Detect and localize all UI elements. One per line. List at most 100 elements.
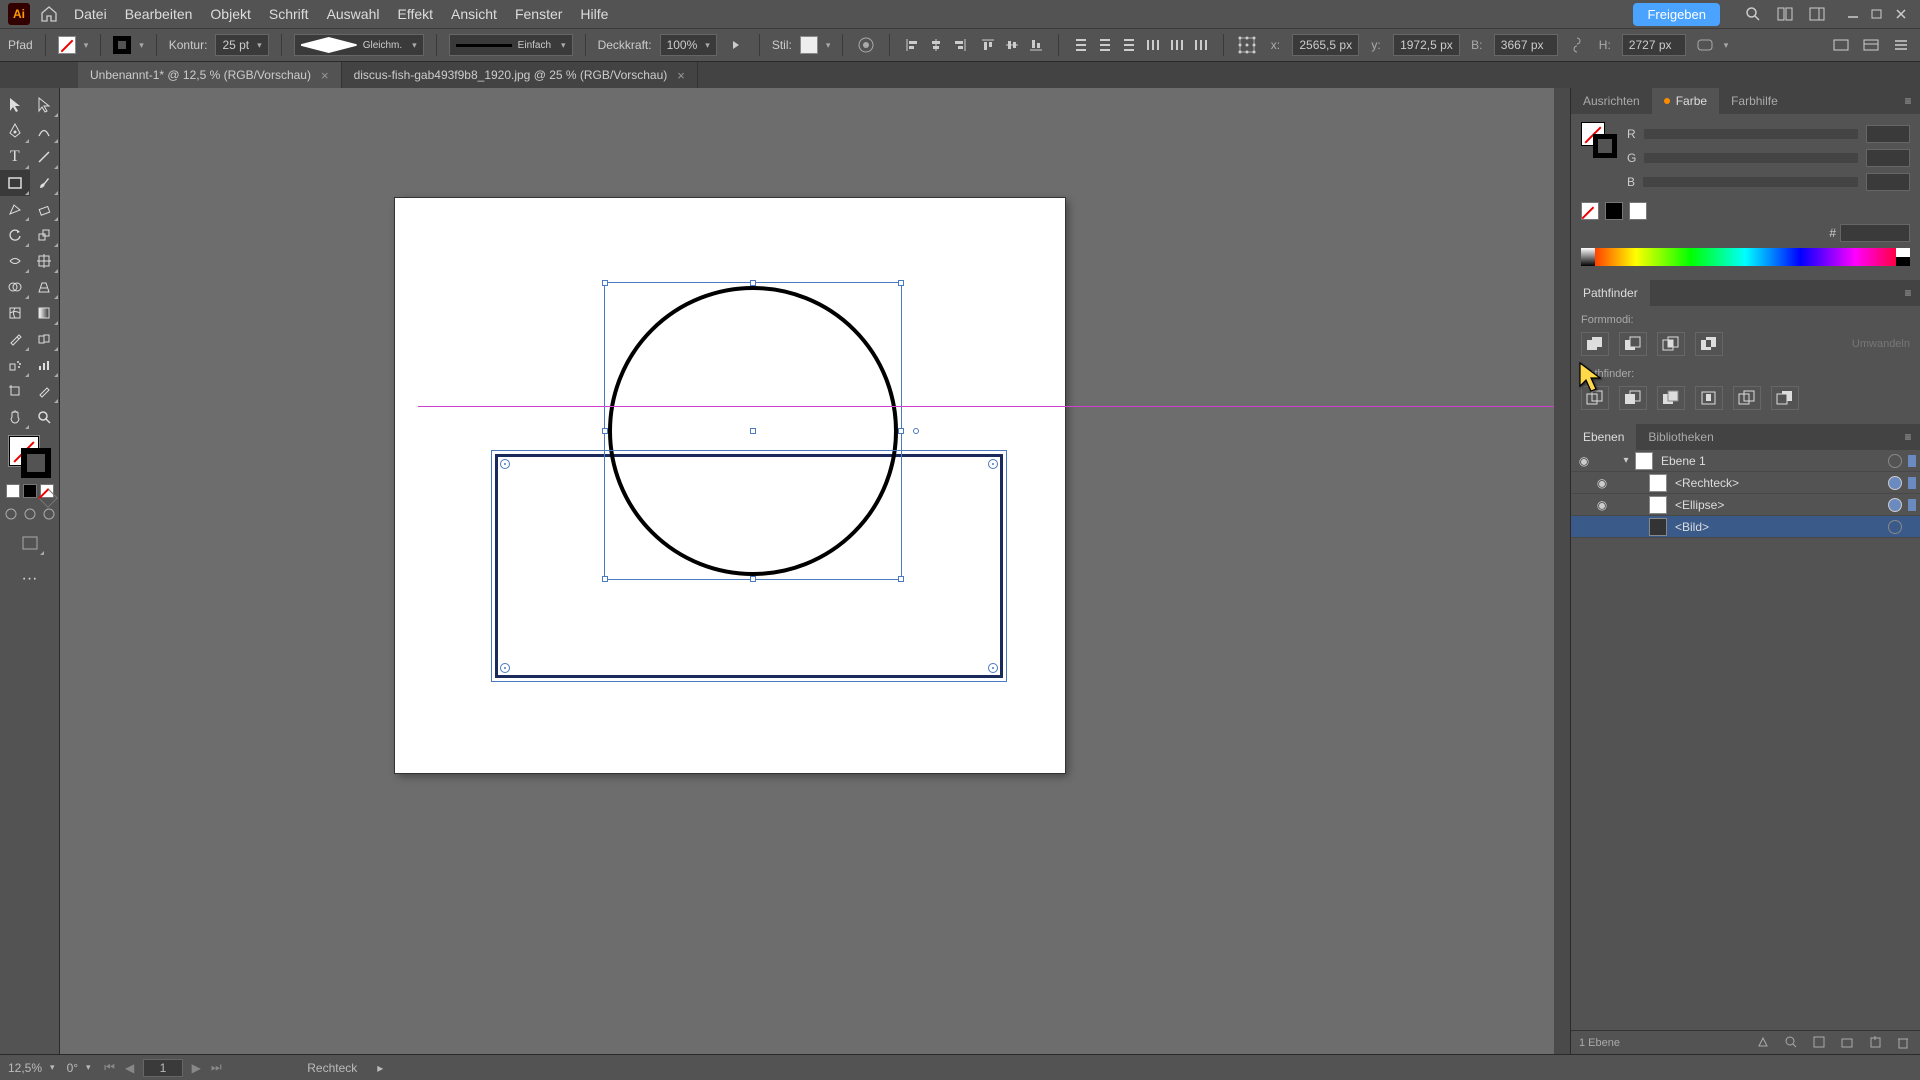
perspective-tool[interactable] — [30, 274, 60, 300]
prev-artboard-icon[interactable]: ◀ — [123, 1061, 137, 1075]
layer-name[interactable]: Ebene 1 — [1661, 454, 1888, 468]
canvas[interactable] — [60, 88, 1570, 1054]
type-tool[interactable]: T — [0, 144, 30, 170]
link-wh-icon[interactable] — [1566, 34, 1588, 56]
menu-edit[interactable]: Bearbeiten — [125, 6, 193, 22]
opacity-select[interactable]: 100% — [660, 34, 717, 56]
g-input[interactable] — [1866, 149, 1910, 167]
document-tab[interactable]: discus-fish-gab493f9b8_1920.jpg @ 25 % (… — [342, 62, 698, 88]
disclosure-icon[interactable]: ▾ — [1617, 455, 1635, 466]
minimize-icon[interactable] — [1846, 7, 1864, 21]
color-mode-swatches[interactable] — [6, 484, 54, 498]
black-swatch-icon[interactable] — [1605, 202, 1623, 220]
hand-tool[interactable] — [0, 404, 30, 430]
distribute-left-icon[interactable] — [1143, 35, 1163, 55]
distribute-vcenter-icon[interactable] — [1095, 35, 1115, 55]
panel-fill-stroke[interactable] — [1581, 122, 1617, 158]
stroke-profile-select[interactable]: Gleichm. — [294, 34, 424, 56]
y-value-input[interactable]: 1972,5 px — [1393, 34, 1460, 56]
rotate-tool[interactable] — [0, 222, 30, 248]
delete-layer-icon[interactable] — [1896, 1035, 1912, 1051]
draw-behind-icon[interactable] — [22, 506, 38, 522]
layer-row[interactable]: ◉ <Rechteck> — [1571, 472, 1920, 494]
setup-icon[interactable] — [1830, 34, 1852, 56]
close-tab-icon[interactable]: × — [321, 68, 329, 83]
shape-builder-tool[interactable] — [0, 274, 30, 300]
menu-view[interactable]: Ansicht — [451, 6, 497, 22]
chevron-down-icon[interactable]: ▾ — [826, 40, 831, 51]
distribute-top-icon[interactable] — [1071, 35, 1091, 55]
pen-tool[interactable] — [0, 118, 30, 144]
menu-select[interactable]: Auswahl — [327, 6, 380, 22]
h-value-input[interactable]: 2727 px — [1622, 34, 1686, 56]
brush-select[interactable]: Einfach — [449, 34, 573, 56]
panel-menu-icon[interactable]: ≡ — [1896, 424, 1920, 450]
align-top-icon[interactable] — [978, 35, 998, 55]
exclude-button[interactable] — [1695, 332, 1723, 356]
more-options-icon[interactable] — [725, 34, 747, 56]
unite-button[interactable] — [1581, 332, 1609, 356]
outline-button[interactable] — [1733, 386, 1761, 410]
direct-selection-tool[interactable] — [30, 92, 60, 118]
draw-normal-icon[interactable] — [3, 506, 19, 522]
screen-mode-icon[interactable] — [15, 530, 45, 556]
distribute-right-icon[interactable] — [1191, 35, 1211, 55]
line-tool[interactable] — [30, 144, 60, 170]
panel-menu-icon[interactable]: ≡ — [1896, 280, 1920, 306]
rotate-select[interactable]: 0° — [67, 1061, 91, 1075]
search-layer-icon[interactable] — [1784, 1035, 1800, 1051]
artboard-number-input[interactable]: 1 — [143, 1059, 184, 1077]
r-slider[interactable] — [1644, 129, 1858, 139]
target-icon[interactable] — [1888, 476, 1902, 490]
edit-toolbar-icon[interactable]: ··· — [15, 566, 45, 592]
fill-stroke-control[interactable] — [9, 436, 51, 478]
symbol-sprayer-tool[interactable] — [0, 352, 30, 378]
menu-file[interactable]: Datei — [74, 6, 107, 22]
rectangle-tool[interactable] — [0, 170, 30, 196]
layer-name[interactable]: <Bild> — [1675, 520, 1888, 534]
target-icon[interactable] — [1888, 454, 1902, 468]
close-tab-icon[interactable]: × — [677, 68, 685, 83]
shaper-tool[interactable] — [0, 196, 30, 222]
graphic-style-swatch[interactable] — [800, 36, 818, 54]
target-icon[interactable] — [1888, 498, 1902, 512]
fill-swatch[interactable] — [58, 36, 76, 54]
align-right-icon[interactable] — [950, 35, 970, 55]
align-bottom-icon[interactable] — [1026, 35, 1046, 55]
stroke-swatch[interactable] — [113, 36, 131, 54]
vertical-scrollbar[interactable] — [1554, 88, 1570, 1054]
paintbrush-tool[interactable] — [30, 170, 60, 196]
document-tab[interactable]: Unbenannt-1* @ 12,5 % (RGB/Vorschau)× — [78, 62, 342, 88]
width-tool[interactable] — [0, 248, 30, 274]
eyedropper-tool[interactable] — [0, 326, 30, 352]
transform-ref-icon[interactable] — [1236, 34, 1258, 56]
distribute-hcenter-icon[interactable] — [1167, 35, 1187, 55]
gradient-tool[interactable] — [30, 300, 60, 326]
visibility-icon[interactable]: ◉ — [1589, 476, 1615, 490]
menu-window[interactable]: Fenster — [515, 6, 562, 22]
g-slider[interactable] — [1644, 153, 1858, 163]
tab-layers[interactable]: Ebenen — [1571, 424, 1636, 450]
white-swatch-icon[interactable] — [1629, 202, 1647, 220]
prefs-icon[interactable] — [1860, 34, 1882, 56]
hex-input[interactable] — [1840, 224, 1910, 242]
x-value-input[interactable]: 2565,5 px — [1292, 34, 1359, 56]
arrange-docs-icon[interactable] — [1774, 3, 1796, 25]
none-swatch-icon[interactable] — [1581, 202, 1599, 220]
share-button[interactable]: Freigeben — [1633, 3, 1720, 26]
target-icon[interactable] — [1888, 520, 1902, 534]
menu-object[interactable]: Objekt — [210, 6, 250, 22]
b-slider[interactable] — [1643, 177, 1858, 187]
crop-button[interactable] — [1695, 386, 1723, 410]
zoom-tool[interactable] — [30, 404, 60, 430]
workspace-icon[interactable] — [1806, 3, 1828, 25]
menu-type[interactable]: Schrift — [269, 6, 309, 22]
locate-object-icon[interactable] — [1756, 1035, 1772, 1051]
merge-button[interactable] — [1657, 386, 1685, 410]
blend-tool[interactable] — [30, 326, 60, 352]
selection-tool[interactable] — [0, 92, 30, 118]
recolor-icon[interactable] — [855, 34, 877, 56]
menu-effect[interactable]: Effekt — [397, 6, 433, 22]
tab-pathfinder[interactable]: Pathfinder — [1571, 280, 1650, 306]
maximize-icon[interactable] — [1870, 7, 1888, 21]
